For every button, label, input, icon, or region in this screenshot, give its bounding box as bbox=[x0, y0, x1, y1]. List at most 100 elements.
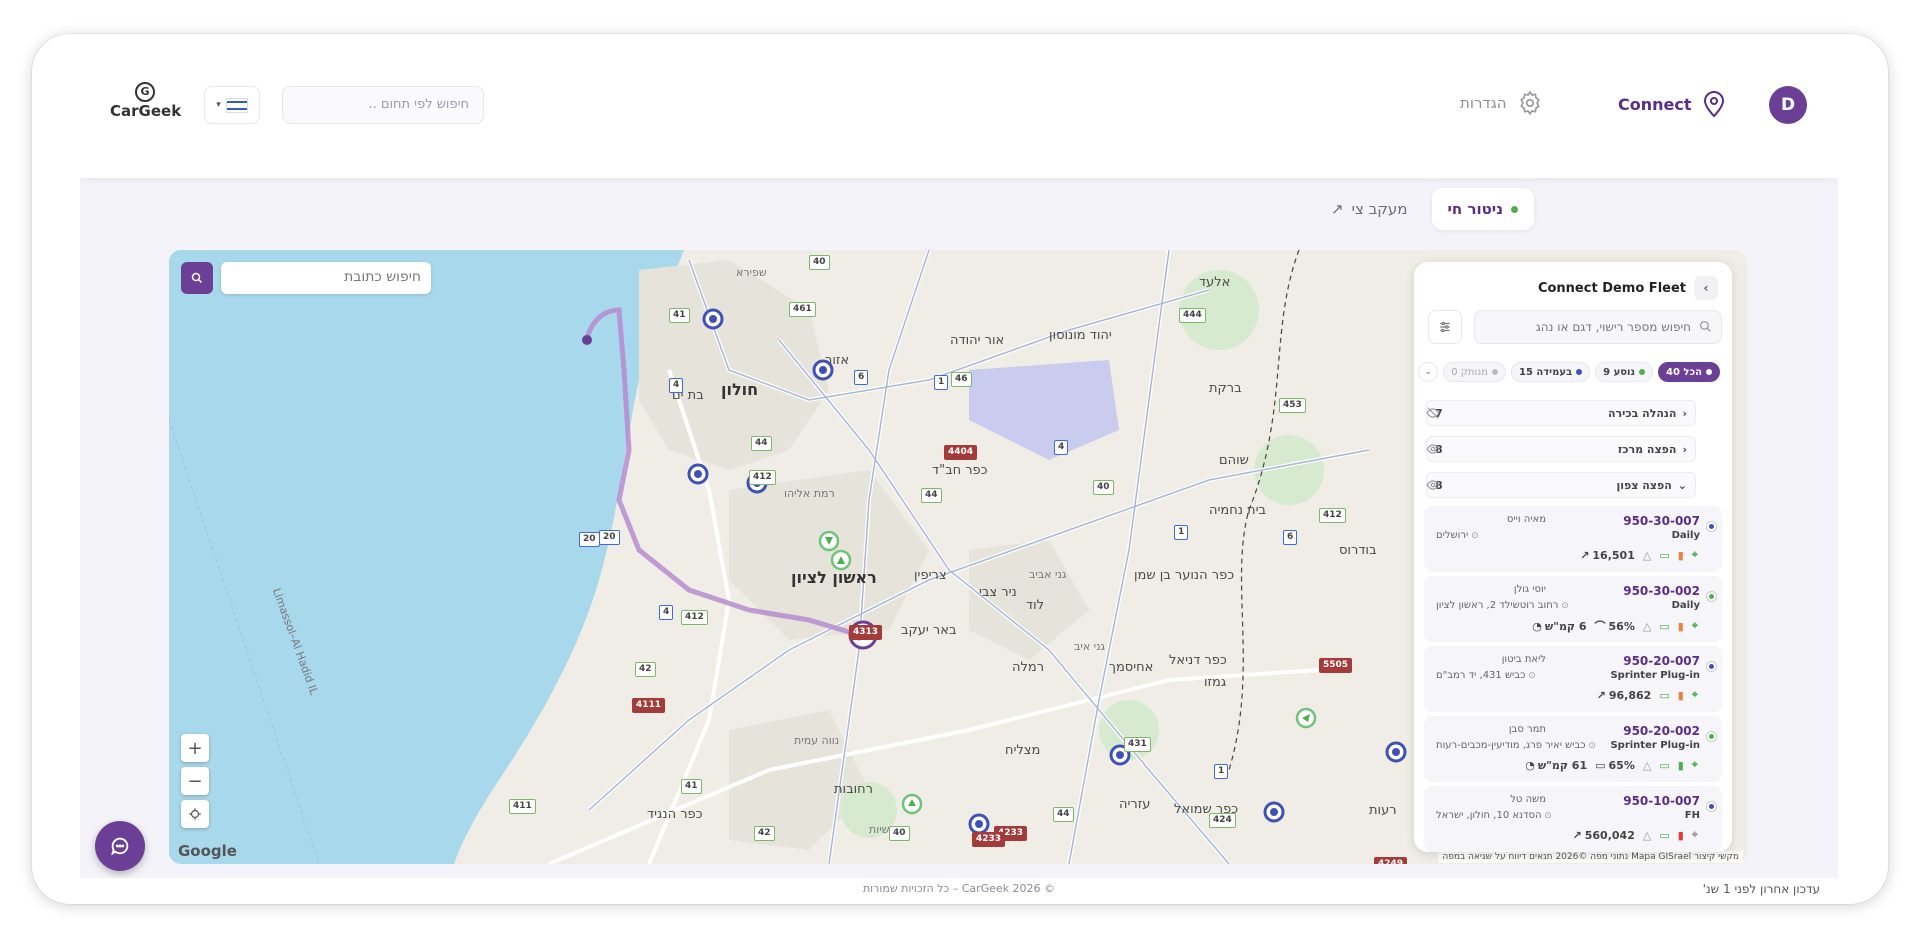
vehicle-location: ⊙ כביש יאיר פרג, מודיעין-מכבים-רעות bbox=[1436, 740, 1596, 751]
header-search-input[interactable]: חיפוש לפי תחום .. bbox=[282, 86, 484, 124]
group-row[interactable]: ⌄ הפצה צפון 8 bbox=[1426, 472, 1696, 498]
chip-moving[interactable]: נוסע 9 bbox=[1595, 362, 1653, 382]
place-label: כפר הנגיד bbox=[647, 807, 703, 822]
battery-icon: ▭ bbox=[1659, 758, 1670, 772]
place-label: אחיסמך bbox=[1109, 660, 1154, 675]
place-label: גמזו bbox=[1204, 675, 1227, 690]
vehicle-search-input[interactable]: חיפוש מספר רישוי, דגם או נהג bbox=[1474, 310, 1722, 344]
zoom-in-button[interactable]: + bbox=[181, 734, 209, 762]
location-text: כביש יאיר פרג, מודיעין-מכבים-רעות bbox=[1436, 740, 1586, 751]
connect-link[interactable]: Connect bbox=[1618, 90, 1726, 118]
chat-button[interactable] bbox=[95, 821, 145, 871]
place-label: בודרוס bbox=[1339, 543, 1377, 558]
vehicle-card[interactable]: 950-20-007 Sprinter Plug-in ליאת ביטון ⊙… bbox=[1424, 646, 1722, 712]
vehicle-card[interactable]: 950-20-002 Sprinter Plug-in תמר סבן ⊙ כב… bbox=[1424, 716, 1722, 782]
chevron-right-icon: › bbox=[1703, 281, 1709, 295]
road-shield: 42 bbox=[754, 826, 775, 841]
filter-button[interactable] bbox=[1428, 310, 1462, 344]
place-label: בית נחמיה bbox=[1209, 503, 1267, 518]
address-search-button[interactable] bbox=[181, 262, 213, 294]
footer: © CarGeek 2026 – כל הזכויות שמורות עדכון… bbox=[80, 878, 1838, 904]
locate-me-button[interactable] bbox=[181, 800, 209, 828]
warning-icon: △ bbox=[1642, 548, 1652, 562]
pin-icon: ⊙ bbox=[1541, 811, 1552, 821]
language-select[interactable]: ▾ bbox=[204, 86, 260, 124]
logo-text-car: Car bbox=[110, 102, 139, 120]
chip-label: בעמידה 15 bbox=[1519, 366, 1573, 378]
vehicle-card[interactable]: 950-30-002 Daily יוסי גולן ⊙ רחוב רוטשיל… bbox=[1424, 576, 1722, 642]
pin-icon: ⊙ bbox=[1585, 741, 1596, 751]
vehicle-card[interactable]: 950-30-007 Daily מאיה וייס ⊙ ירושלים ⌖ ▮… bbox=[1424, 506, 1722, 572]
vehicle-status-dot bbox=[1707, 522, 1716, 531]
place-label: כפר הנוער בן שמן bbox=[1134, 568, 1235, 583]
vehicle-model: Sprinter Plug-in bbox=[1610, 670, 1700, 681]
chips-expand-button[interactable]: ⌄ bbox=[1418, 362, 1439, 382]
road-shield: 42 bbox=[635, 662, 656, 677]
vehicle-model: FH bbox=[1684, 810, 1700, 821]
vehicle-plate: 950-10-007 bbox=[1623, 794, 1700, 808]
map-attribution[interactable]: מקשי קיצור Mapa GISrael נתוני מפה ©2026 … bbox=[1438, 851, 1743, 863]
driver-name: תמר סבן bbox=[1508, 724, 1546, 735]
vehicle-stats: ⌖ ▮ ▭ △ 56% ⌒ 6 קמ"ש ◔ bbox=[1532, 618, 1698, 634]
eye-icon[interactable] bbox=[1426, 478, 1440, 492]
place-label: רעות bbox=[1369, 803, 1397, 818]
pin-icon: ⊙ bbox=[1558, 601, 1569, 611]
copyright-text: © CarGeek 2026 – כל הזכויות שמורות bbox=[862, 882, 1056, 895]
google-logo: Google bbox=[178, 842, 237, 860]
odometer: 16,501 ↗ bbox=[1580, 549, 1635, 562]
battery-icon: ▭ bbox=[1659, 548, 1670, 562]
search-icon bbox=[191, 272, 203, 284]
settings-link[interactable]: הגדרות bbox=[1460, 90, 1543, 116]
tab-live-monitoring[interactable]: ניטור חי bbox=[1431, 188, 1535, 230]
vehicle-location: ⊙ הסדנא 10, חולון, ישראל bbox=[1436, 810, 1552, 821]
location-pin-icon: ⌖ bbox=[1691, 828, 1698, 841]
odometer-value: 560,042 bbox=[1584, 828, 1635, 842]
cargeek-logo[interactable]: G CarGeek bbox=[110, 82, 181, 120]
map-view[interactable]: חולון בת ים ראשון לציון אזור אור יהודה י… bbox=[169, 250, 1747, 864]
chip-disconnected[interactable]: מנותק 0 bbox=[1443, 362, 1507, 382]
road-shield: 40 bbox=[809, 255, 830, 270]
user-avatar[interactable]: D bbox=[1769, 86, 1807, 124]
tab-fleet-tracking[interactable]: מעקב צי ↗ bbox=[1315, 188, 1424, 230]
road-shield: 46 bbox=[951, 372, 972, 387]
chevron-left-icon: ‹ bbox=[1682, 442, 1687, 456]
location-pin-icon: ⌖ bbox=[1691, 619, 1698, 632]
settings-label: הגדרות bbox=[1460, 94, 1507, 112]
chip-parked[interactable]: בעמידה 15 bbox=[1511, 362, 1591, 382]
collapse-panel-button[interactable]: › bbox=[1694, 276, 1718, 300]
place-label: לוד bbox=[1026, 598, 1045, 613]
location-text: הסדנא 10, חולון, ישראל bbox=[1436, 810, 1542, 821]
fleet-panel: › Connect Demo Fleet חיפוש מספר רישוי, ד… bbox=[1414, 262, 1732, 852]
road-shield: 1 bbox=[1214, 764, 1229, 779]
place-label: עזריה bbox=[1119, 797, 1151, 812]
top-header: G CarGeek ▾ חיפוש לפי תחום .. הגדרות Con… bbox=[80, 70, 1838, 178]
speedometer-icon: ◔ bbox=[1525, 758, 1535, 772]
status-dot bbox=[1639, 369, 1645, 375]
vehicle-card[interactable]: 950-10-007 FH משה טל ⊙ הסדנא 10, חולון, … bbox=[1424, 786, 1722, 852]
place-label: אלעד bbox=[1199, 275, 1231, 290]
app-content: G CarGeek ▾ חיפוש לפי תחום .. הגדרות Con… bbox=[80, 70, 1838, 878]
status-dot bbox=[1576, 369, 1583, 375]
tab-label: מעקב צי bbox=[1351, 200, 1408, 218]
group-row[interactable]: ‹ הנהלה בכירה 7 bbox=[1426, 400, 1696, 426]
group-row[interactable]: ‹ הפצה מרכז 8 bbox=[1426, 436, 1696, 462]
pin-icon: ⊙ bbox=[1525, 671, 1536, 681]
eye-off-icon[interactable] bbox=[1426, 406, 1440, 420]
eye-icon[interactable] bbox=[1426, 442, 1440, 456]
leaf-icon: ⌒ bbox=[1594, 620, 1606, 633]
place-label: שוהם bbox=[1219, 453, 1249, 468]
vehicle-stats: ⌖ ▮ ▭ 96,862 ↗ bbox=[1597, 688, 1698, 702]
zoom-out-button[interactable]: − bbox=[181, 767, 209, 795]
place-label: ברקת bbox=[1209, 381, 1242, 396]
trend-up-icon: ↗ bbox=[1580, 548, 1590, 562]
signal-icon: ▮ bbox=[1677, 828, 1684, 842]
chat-bubble-icon bbox=[111, 837, 129, 856]
road-shield: 411 bbox=[509, 799, 536, 814]
road-shield: 40 bbox=[889, 826, 910, 841]
vehicle-model: Daily bbox=[1671, 600, 1700, 611]
vehicle-status-dot bbox=[1707, 592, 1716, 601]
address-search-input[interactable]: חיפוש כתובת bbox=[221, 262, 431, 294]
vehicle-stats: ⌖ ▮ ▭ △ 560,042 ↗ bbox=[1573, 828, 1698, 842]
fuel-level: 56% bbox=[1608, 619, 1635, 633]
chip-all[interactable]: הכל 40 bbox=[1658, 362, 1720, 382]
